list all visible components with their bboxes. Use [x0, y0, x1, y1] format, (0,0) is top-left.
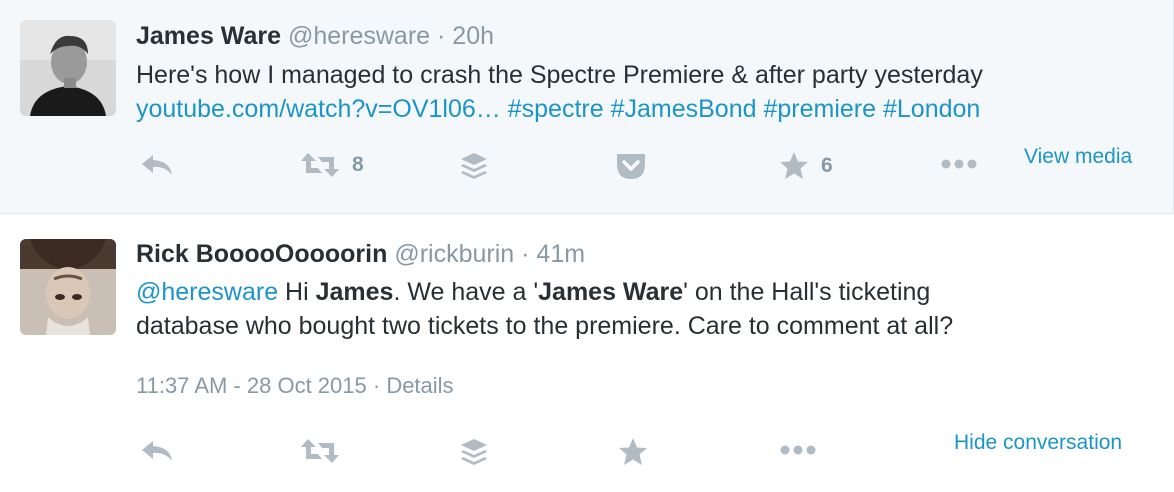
- tweet-actions: 8 6 View media: [0, 145, 1174, 185]
- more-icon: [780, 445, 816, 455]
- text-fragment: . We have a ': [393, 278, 539, 306]
- avatar-photo: [20, 239, 116, 335]
- retweet-count: 8: [352, 153, 364, 176]
- reply-icon: [142, 441, 172, 461]
- retweet-button[interactable]: [300, 437, 340, 465]
- text-fragment: Hi: [278, 278, 316, 306]
- tweet-meta: 11:37 AM - 28 Oct 2015 · Details: [136, 372, 454, 400]
- buffer-icon: [461, 439, 487, 465]
- highlighted-name: James Ware: [538, 278, 684, 306]
- buffer-button[interactable]: [459, 151, 489, 181]
- hashtag-link[interactable]: #spectre: [508, 95, 604, 123]
- more-button[interactable]: [779, 443, 817, 457]
- favorite-count: 6: [821, 154, 833, 177]
- tweet-time[interactable]: 41m: [536, 240, 585, 268]
- fullname[interactable]: Rick BooooOoooorin: [136, 240, 387, 268]
- avatar[interactable]: [20, 239, 116, 335]
- tweet-text-line: database who bought two tickets to the p…: [136, 312, 954, 340]
- header-separator: ·: [437, 22, 446, 50]
- reply-icon: [142, 155, 172, 175]
- pocket-button[interactable]: [615, 151, 647, 181]
- more-button[interactable]: [940, 157, 978, 171]
- tweet-time[interactable]: 20h: [452, 22, 494, 50]
- star-icon: [780, 152, 808, 179]
- tweet-timestamp[interactable]: 11:37 AM - 28 Oct 2015: [136, 373, 367, 398]
- tweet-header: Rick BooooOoooorin @rickburin · 41m: [136, 239, 585, 269]
- tweet-header: James Ware @heresware · 20h: [136, 21, 494, 51]
- tweet-text-line: youtube.com/watch?v=OV1l06… #spectre #Ja…: [136, 92, 983, 126]
- reply-button[interactable]: [139, 437, 175, 465]
- tweet-text-line: Here's how I managed to crash the Spectr…: [136, 61, 983, 89]
- hashtag-link[interactable]: #JamesBond: [611, 95, 757, 123]
- header-separator: ·: [521, 240, 530, 268]
- retweet-icon: [301, 153, 339, 177]
- hashtag-link[interactable]: #premiere: [763, 95, 876, 123]
- favorite-button[interactable]: 6: [779, 151, 833, 181]
- hide-conversation-link[interactable]: Hide conversation: [954, 431, 1122, 455]
- media-link[interactable]: youtube.com/watch?v=OV1l06…: [136, 95, 501, 123]
- favorite-button[interactable]: [618, 437, 648, 467]
- tweet-actions: Hide conversation: [0, 431, 1174, 471]
- view-media-link[interactable]: View media: [1024, 145, 1132, 169]
- mention-link[interactable]: @heresware: [136, 278, 278, 306]
- tweet[interactable]: James Ware @heresware · 20h Here's how I…: [0, 0, 1174, 214]
- text-fragment: ' on the Hall's ticketing: [683, 278, 931, 306]
- avatar-photo: [20, 20, 116, 116]
- details-link[interactable]: Details: [386, 373, 453, 398]
- more-icon: [941, 159, 977, 169]
- avatar[interactable]: [20, 20, 116, 116]
- tweet-text: @heresware Hi James. We have a 'James Wa…: [136, 275, 953, 343]
- highlighted-name: James: [315, 278, 394, 306]
- reply-button[interactable]: [139, 151, 175, 179]
- username[interactable]: @rickburin: [394, 240, 514, 268]
- tweet-text-line: @heresware Hi James. We have a 'James Wa…: [136, 275, 953, 309]
- tweet[interactable]: Rick BooooOoooorin @rickburin · 41m @her…: [0, 215, 1174, 492]
- tweet-text: Here's how I managed to crash the Spectr…: [136, 58, 983, 126]
- buffer-button[interactable]: [459, 437, 489, 467]
- username[interactable]: @heresware: [288, 22, 430, 50]
- buffer-icon: [461, 153, 487, 179]
- fullname[interactable]: James Ware: [136, 22, 281, 50]
- hashtag-link[interactable]: #London: [883, 95, 980, 123]
- meta-separator: ·: [372, 373, 381, 398]
- pocket-icon: [617, 154, 645, 179]
- retweet-button[interactable]: 8: [300, 151, 364, 179]
- retweet-icon: [301, 439, 339, 463]
- star-icon: [619, 438, 647, 465]
